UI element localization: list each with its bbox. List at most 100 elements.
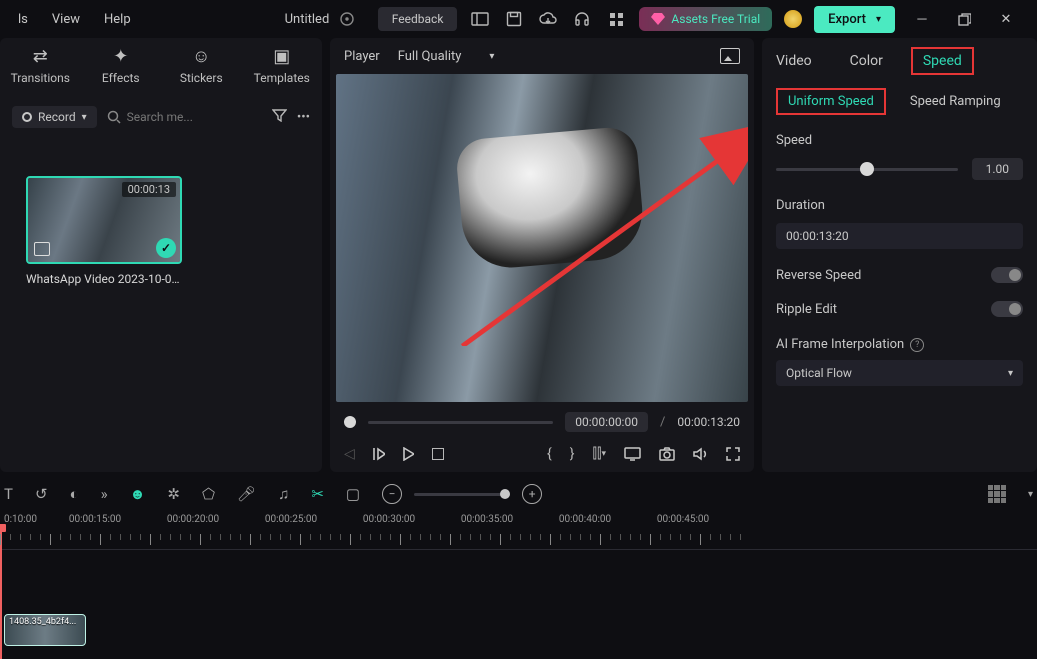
cloud-icon[interactable]	[537, 8, 559, 30]
interpolation-select[interactable]: Optical Flow ▾	[776, 360, 1023, 386]
bracket-open-icon[interactable]: {	[547, 446, 552, 462]
prop-tabs: Video Color Speed	[762, 38, 1037, 84]
duration-value[interactable]: 00:00:13:20	[776, 223, 1023, 249]
headphones-icon[interactable]	[571, 8, 593, 30]
history-icon[interactable]: ↺	[35, 485, 48, 503]
ruler-label: 0:10:00	[0, 514, 46, 525]
bracket-close-icon[interactable]: }	[570, 446, 575, 462]
chevron-down-icon: ▾	[876, 14, 881, 25]
volume-icon[interactable]	[693, 447, 708, 461]
quality-label: Full Quality	[398, 49, 462, 64]
tab-effects[interactable]: ✦Effects	[81, 46, 162, 85]
scrub-handle[interactable]	[344, 416, 356, 428]
coin-icon[interactable]	[784, 10, 802, 28]
mic-icon[interactable]: 🎤︎	[237, 485, 256, 503]
current-time: 00:00:00:00	[565, 412, 648, 432]
quality-selector[interactable]: Full Quality ▾	[398, 49, 495, 64]
ruler-label: 00:00:15:00	[46, 514, 144, 525]
ripple-edit-toggle[interactable]	[991, 301, 1023, 317]
timeline-menu-icon[interactable]: ▾	[1028, 489, 1033, 500]
subtab-speed-ramping[interactable]: Speed Ramping	[910, 94, 1001, 109]
speed-label: Speed	[776, 133, 1023, 148]
subtab-uniform-speed[interactable]: Uniform Speed	[776, 88, 886, 115]
reverse-speed-toggle[interactable]	[991, 267, 1023, 283]
crop-icon[interactable]: ▢	[346, 485, 360, 503]
close-button[interactable]: ✕	[991, 5, 1021, 33]
text-tool-icon[interactable]: T	[4, 485, 13, 503]
document-title: Untitled	[285, 12, 330, 27]
transitions-icon: ⇄	[33, 46, 48, 67]
more-icon[interactable]: •••	[297, 110, 310, 125]
timeline-clip[interactable]: 1408.35_4b2f4...	[4, 614, 86, 646]
maximize-button[interactable]	[949, 5, 979, 33]
feedback-button[interactable]: Feedback	[378, 7, 458, 31]
timeline-ruler[interactable]: 0:10:00 00:00:15:00 00:00:20:00 00:00:25…	[0, 514, 1037, 550]
topbar-right: Feedback Assets Free Trial Export ▾ ─ ✕	[378, 5, 1021, 33]
record-label: Record	[38, 110, 76, 124]
tab-video[interactable]: Video	[776, 53, 812, 69]
camera-icon[interactable]	[659, 447, 675, 461]
assets-free-trial-button[interactable]: Assets Free Trial	[639, 7, 772, 31]
preview-panel: Player Full Quality ▾ 00:00:00:00 / 00:0…	[330, 38, 754, 472]
tab-templates[interactable]: ▣Templates	[242, 46, 323, 85]
apps-icon[interactable]	[605, 8, 627, 30]
speed-subtabs: Uniform Speed Speed Ramping	[762, 84, 1037, 127]
tab-stickers[interactable]: ☺Stickers	[161, 46, 242, 85]
menu-ls[interactable]: ls	[8, 8, 38, 31]
cut-tool-icon[interactable]: ✂︎	[311, 485, 324, 503]
fullscreen-icon[interactable]	[726, 447, 740, 461]
tab-transitions[interactable]: ⇄Transitions	[0, 46, 81, 85]
search-input[interactable]: Search me...	[107, 110, 262, 124]
display-icon[interactable]	[624, 447, 641, 461]
ai-interpolation-label: AI Frame Interpolation ?	[776, 337, 924, 352]
mask-icon[interactable]: ◐	[70, 485, 79, 503]
save-icon[interactable]	[503, 8, 525, 30]
music-icon[interactable]: ♫	[278, 485, 289, 503]
zoom-out-button[interactable]: −	[382, 484, 402, 504]
grid-view-icon[interactable]	[988, 485, 1006, 503]
marker-icon[interactable]: ⬠	[202, 485, 215, 503]
ai-tool-icon[interactable]: ☻	[130, 485, 146, 503]
export-button[interactable]: Export ▾	[814, 6, 895, 33]
stop-button[interactable]	[432, 448, 444, 460]
more-tools-icon[interactable]: »	[101, 485, 108, 503]
layout-icon[interactable]	[469, 8, 491, 30]
speed-slider-thumb[interactable]	[860, 162, 874, 176]
compare-icon[interactable]: ⫿⫿▾	[593, 446, 607, 462]
timeline-tracks[interactable]: 1408.35_4b2f4...	[0, 550, 1037, 650]
play-button[interactable]	[403, 447, 414, 461]
left-controls: Record ▾ Search me... •••	[0, 98, 322, 136]
filter-icon[interactable]	[272, 108, 287, 126]
zoom-in-button[interactable]: +	[522, 484, 542, 504]
tab-effects-label: Effects	[102, 71, 140, 85]
player-controls: ◁ { } ⫿⫿▾	[344, 446, 740, 462]
zoom-thumb[interactable]	[500, 489, 510, 499]
video-preview[interactable]	[336, 74, 748, 402]
speed-value[interactable]: 1.00	[972, 158, 1023, 180]
tab-speed[interactable]: Speed	[921, 53, 964, 69]
status-icon	[339, 11, 355, 27]
media-clip[interactable]: 00:00:13 ✓ WhatsApp Video 2023-10-05...	[26, 176, 182, 286]
menu-view[interactable]: View	[42, 8, 90, 31]
ruler-label: 00:00:20:00	[144, 514, 242, 525]
clip-thumbnail[interactable]: 00:00:13 ✓	[26, 176, 182, 264]
ripple-edit-row: Ripple Edit	[776, 301, 1023, 317]
prev-frame-button[interactable]: ◁	[344, 446, 355, 462]
zoom-slider[interactable]	[414, 493, 510, 496]
zoom-controls: − +	[382, 484, 542, 504]
duration-label: Duration	[776, 198, 1023, 213]
chevron-down-icon: ▾	[489, 51, 494, 62]
tab-speed-label: Speed	[911, 47, 974, 75]
scrub-bar[interactable]: 00:00:00:00 / 00:00:13:20	[344, 412, 740, 432]
play-pause-button[interactable]	[373, 447, 385, 461]
minimize-button[interactable]: ─	[907, 5, 937, 33]
tab-color[interactable]: Color	[850, 53, 883, 69]
snapshot-icon[interactable]	[720, 48, 740, 64]
menu-help[interactable]: Help	[94, 8, 141, 31]
record-button[interactable]: Record ▾	[12, 106, 97, 128]
title-area: Untitled	[285, 11, 356, 27]
speed-slider[interactable]	[776, 168, 958, 171]
help-icon[interactable]: ?	[910, 338, 924, 352]
adjust-icon[interactable]: ✲	[167, 485, 180, 503]
scrub-track[interactable]	[368, 421, 553, 424]
